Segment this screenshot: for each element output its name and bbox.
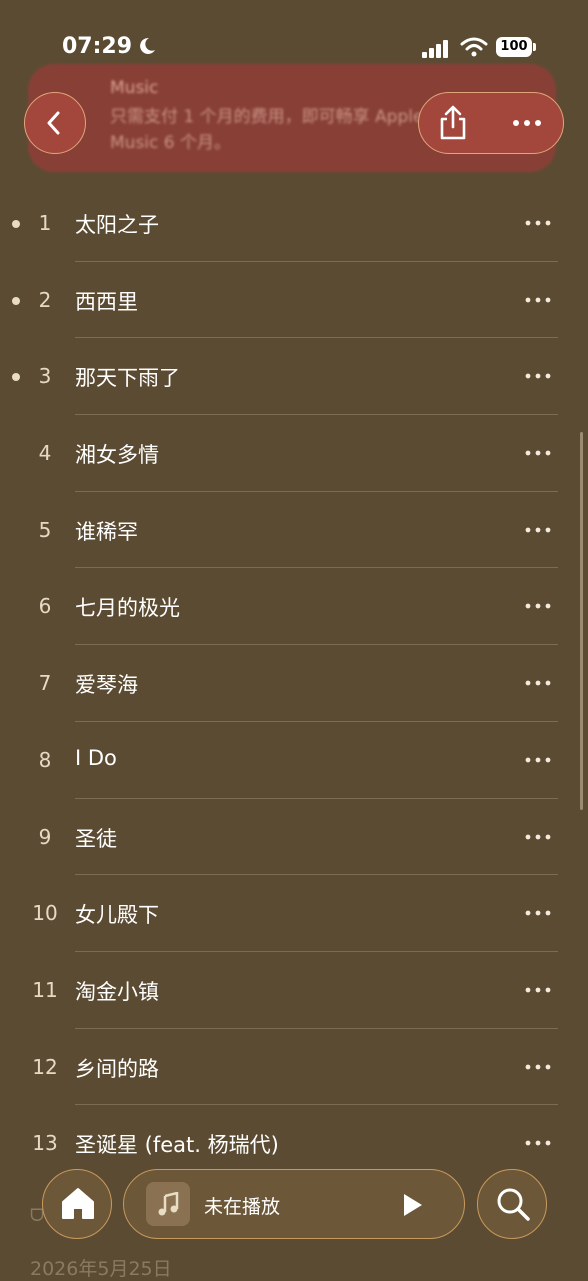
back-chevron-icon [47,111,60,135]
downloaded-dot-icon [12,220,20,228]
track-number: 9 [38,824,52,849]
track-title: 七月的极光 [75,596,180,621]
share-icon[interactable] [433,103,473,143]
track-title: 圣诞星 (feat. 杨瑞代) [75,1133,279,1158]
track-row[interactable]: 5 谁稀罕 [0,492,588,569]
track-number: 12 [32,1054,58,1079]
track-title: 爱琴海 [75,673,138,698]
track-more-icon[interactable] [522,443,554,463]
home-tab-button[interactable] [42,1169,112,1239]
track-number: 11 [32,977,58,1002]
mini-player[interactable]: 未在播放 [123,1169,465,1239]
track-title: 乡间的路 [75,1056,159,1081]
track-number: 6 [38,594,52,619]
track-title: 女儿殿下 [75,903,159,928]
track-number: 10 [32,901,58,926]
track-number: 4 [38,441,52,466]
track-more-icon[interactable] [522,596,554,616]
track-title: 西西里 [75,289,138,314]
track-more-icon[interactable] [522,1057,554,1077]
battery-indicator: 100 [496,37,536,59]
track-number: 13 [32,1131,58,1156]
track-number: 1 [38,211,52,235]
track-title: 那天下雨了 [75,366,180,391]
track-row[interactable]: 10 女儿殿下 [0,875,588,952]
home-icon [62,1188,94,1219]
moon-icon [140,37,155,54]
search-tab-button[interactable] [477,1169,547,1239]
track-number: 2 [38,287,52,312]
track-title: 圣徒 [75,826,117,851]
play-icon[interactable] [398,1191,426,1219]
search-icon [497,1188,530,1221]
track-more-icon[interactable] [522,903,554,923]
track-number: 8 [38,747,52,772]
notification-text: 只需支付 1 个月的费用，即可畅享 Apple Music 6 个月。 [110,107,424,153]
track-more-icon[interactable] [522,980,554,1000]
track-row[interactable]: 9 圣徒 [0,799,588,876]
track-more-icon[interactable] [522,290,554,310]
back-button[interactable] [24,92,86,154]
downloaded-dot-icon [12,296,20,305]
track-number: 5 [38,517,52,542]
track-more-icon[interactable] [522,827,554,847]
track-row[interactable]: 8 I Do [0,722,588,799]
track-row[interactable]: 11 淘金小镇 [0,952,588,1029]
header-actions [418,92,564,154]
track-more-icon[interactable] [522,1133,554,1153]
wifi-icon [460,37,488,57]
track-more-icon[interactable] [522,213,554,233]
track-row[interactable]: 12 乡间的路 [0,1029,588,1106]
track-more-icon[interactable] [522,750,554,770]
more-icon[interactable] [507,103,547,143]
track-row[interactable]: 4 湘女多情 [0,415,588,492]
track-title: 湘女多情 [75,443,159,468]
track-title: I Do [75,745,117,770]
downloaded-dot-icon [12,373,20,382]
track-title: 淘金小镇 [75,979,159,1004]
battery-level: 100 [496,37,532,57]
release-date: 2026年5月25日 [30,1258,172,1280]
track-more-icon[interactable] [522,520,554,540]
track-number: 3 [38,364,52,389]
track-list: 1 太阳之子 2 西西里 3 那天下雨了 4 湘女多情 5 谁稀罕 6 七月的极光 7 爱琴海 8 I Do 9… [0,185,588,1182]
track-row[interactable]: 2 西西里 [0,262,588,339]
track-row[interactable]: 6 七月的极光 [0,568,588,646]
artwork-placeholder [146,1182,190,1226]
signal-icon [422,40,448,58]
track-title: 谁稀罕 [75,519,138,544]
track-row[interactable]: 1 太阳之子 [0,185,588,262]
track-more-icon[interactable] [522,366,554,386]
track-number: 7 [38,671,52,696]
track-row[interactable]: 3 那天下雨了 [0,338,588,416]
music-note-icon [158,1192,179,1216]
scrollbar[interactable] [580,432,583,810]
status-time: 07:29 [62,34,133,59]
track-row[interactable]: 7 爱琴海 [0,645,588,722]
now-playing-status: 未在播放 [204,1196,281,1218]
track-more-icon[interactable] [522,673,554,693]
notification-app: Music [110,78,159,98]
track-title: 太阳之子 [75,213,159,237]
